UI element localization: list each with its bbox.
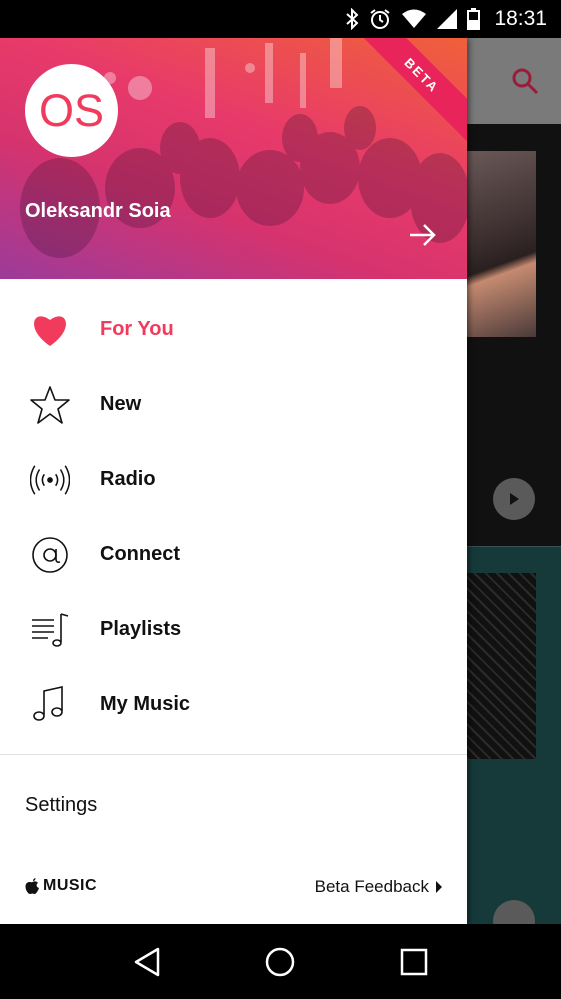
alarm-icon [370,9,391,29]
status-bar: 18:31 [0,0,561,38]
at-icon [30,535,70,575]
settings-item[interactable]: Settings [25,794,97,817]
menu-item-label: Connect [100,543,180,565]
menu-item-new[interactable]: New [0,367,467,442]
back-button[interactable] [127,942,167,982]
back-triangle-icon [134,947,160,976]
apple-music-logo: MUSIC [25,877,97,895]
album-art[interactable] [458,573,536,759]
menu-item-label: Radio [100,468,156,490]
star-icon [30,385,70,425]
menu-item-playlists[interactable]: Playlists [0,592,467,667]
radio-icon [30,460,70,500]
music-brand-text: MUSIC [43,877,98,894]
navigation-drawer: OS Oleksandr Soia BETA For You New Radio… [0,38,467,924]
home-circle-icon [266,947,295,976]
home-button[interactable] [260,942,300,982]
avatar[interactable]: OS [25,64,118,157]
battery-icon [467,8,481,30]
music-note-icon [30,685,70,725]
menu-item-label: Playlists [100,618,182,640]
recents-button[interactable] [394,942,434,982]
beta-feedback-link[interactable]: Beta Feedback [315,877,443,897]
menu-item-my-music[interactable]: My Music [0,667,467,742]
album-art[interactable] [458,151,536,337]
search-icon[interactable] [510,66,540,96]
signal-icon [437,9,458,29]
menu-item-label: For You [100,318,174,340]
recents-square-icon [400,948,428,975]
user-name[interactable]: Oleksandr Soia [25,200,171,223]
apple-icon [25,877,39,894]
play-button[interactable] [493,478,535,520]
system-navigation-bar [0,924,561,999]
arrow-right-icon[interactable] [408,222,438,248]
beta-feedback-label: Beta Feedback [314,877,429,896]
bluetooth-icon [346,8,359,30]
menu-item-for-you[interactable]: For You [0,292,467,367]
play-icon [510,493,519,505]
status-time: 18:31 [494,7,547,30]
drawer-footer: MUSIC Beta Feedback [0,873,467,903]
menu-item-radio[interactable]: Radio [0,442,467,517]
menu-item-label: My Music [100,693,191,715]
drawer-header: OS Oleksandr Soia BETA [0,38,467,279]
divider [0,754,467,755]
heart-icon [30,310,70,350]
drawer-menu: For You New Radio Connect Playlists My M… [0,292,467,742]
wifi-icon [402,9,427,28]
menu-item-connect[interactable]: Connect [0,517,467,592]
playlist-icon [30,610,70,650]
menu-item-label: New [100,393,142,415]
caret-right-icon [436,881,442,893]
